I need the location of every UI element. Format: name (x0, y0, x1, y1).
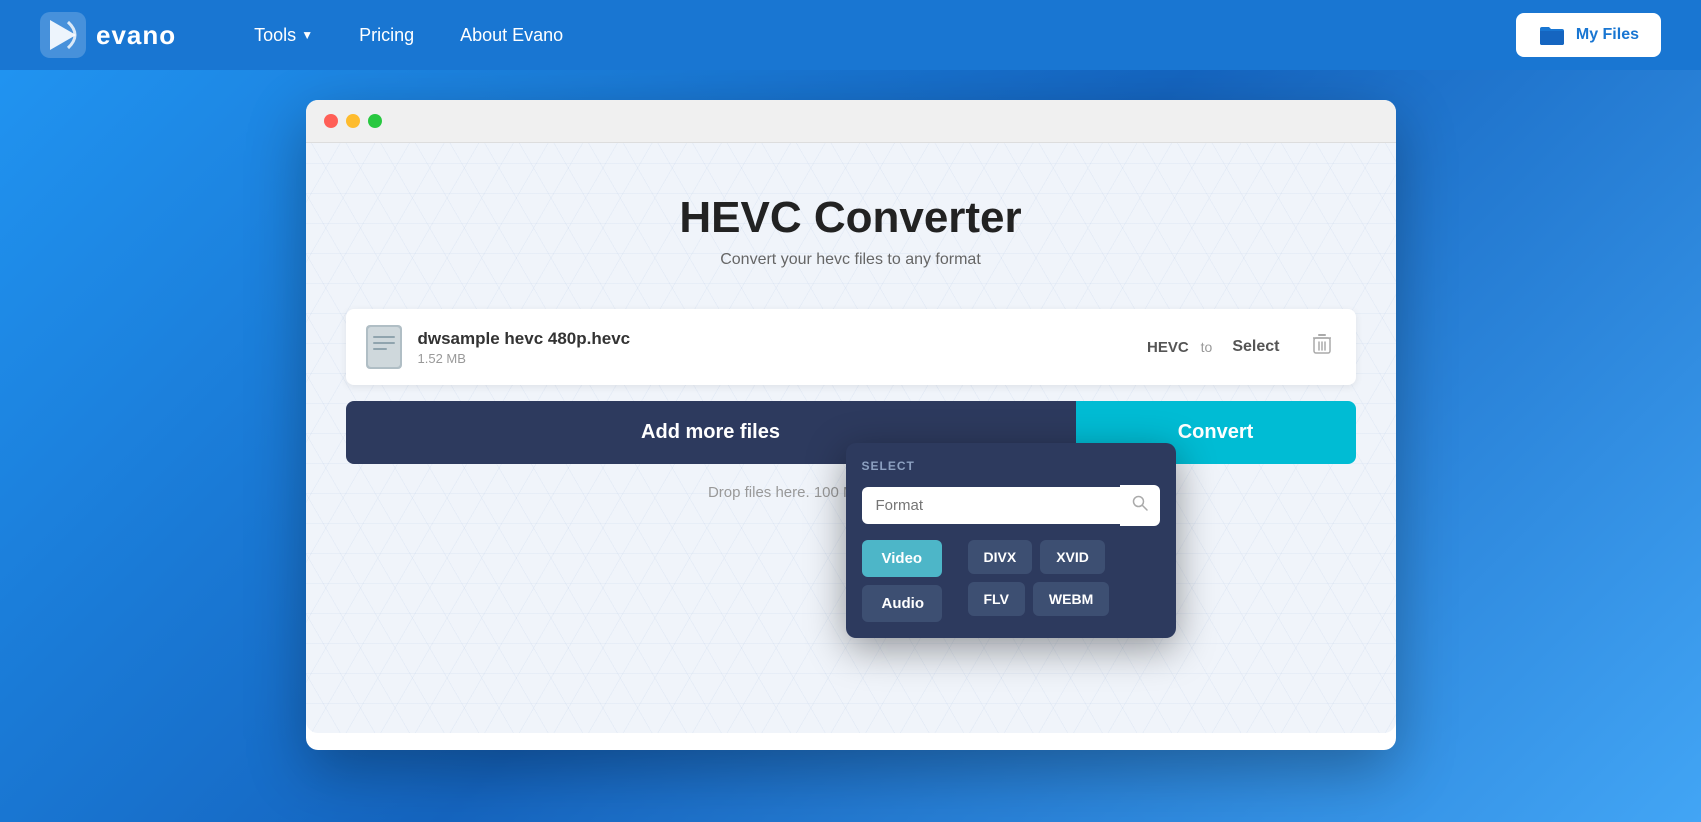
file-row: dwsample hevc 480p.hevc 1.52 MB HEVC to … (346, 309, 1356, 385)
nav-links: Tools ▼ Pricing About Evano (236, 17, 1516, 54)
category-tabs: Video Audio (862, 540, 942, 622)
nav-about[interactable]: About Evano (442, 17, 581, 54)
close-button-icon[interactable] (324, 114, 338, 128)
nav-pricing[interactable]: Pricing (341, 17, 432, 54)
browser-window: HEVC Converter Convert your hevc files t… (306, 100, 1396, 750)
page-title: HEVC Converter (346, 193, 1356, 243)
my-files-button[interactable]: My Files (1516, 13, 1661, 57)
logo-text: evano (96, 20, 176, 51)
format-grid: DIVX XVID FLV WEBM (968, 540, 1160, 616)
format-flv[interactable]: FLV (968, 582, 1025, 616)
navbar: evano Tools ▼ Pricing About Evano My Fil… (0, 0, 1701, 70)
format-from-label: HEVC (1147, 339, 1189, 356)
folder-icon (1538, 23, 1566, 47)
format-to-text: to (1201, 339, 1213, 355)
select-dropdown: SELECT Video (846, 443, 1176, 638)
file-size: 1.52 MB (418, 351, 1147, 366)
delete-file-button[interactable] (1308, 329, 1336, 365)
select-label: SELECT (862, 459, 1160, 473)
format-webm[interactable]: WEBM (1033, 582, 1109, 616)
format-search-row (862, 485, 1160, 526)
search-button[interactable] (1120, 485, 1160, 526)
category-audio-tab[interactable]: Audio (862, 585, 942, 622)
file-info: dwsample hevc 480p.hevc 1.52 MB (418, 329, 1147, 366)
dropdown-body: Video Audio DIVX XVID (862, 540, 1160, 622)
format-options: DIVX XVID FLV WEBM (968, 540, 1160, 616)
format-search-input[interactable] (862, 487, 1120, 524)
converter-body: HEVC Converter Convert your hevc files t… (306, 143, 1396, 733)
logo-icon (40, 12, 86, 58)
tools-arrow-icon: ▼ (301, 28, 313, 42)
search-icon (1132, 495, 1148, 511)
format-xvid[interactable]: XVID (1040, 540, 1105, 574)
file-name: dwsample hevc 480p.hevc (418, 329, 1147, 349)
maximize-button-icon[interactable] (368, 114, 382, 128)
logo-area: evano (40, 12, 176, 58)
format-divx[interactable]: DIVX (968, 540, 1033, 574)
minimize-button-icon[interactable] (346, 114, 360, 128)
file-format-area: HEVC to Select (1147, 329, 1336, 365)
nav-tools[interactable]: Tools ▼ (236, 17, 331, 54)
file-icon (366, 325, 402, 369)
category-video-tab[interactable]: Video (862, 540, 942, 577)
trash-icon (1312, 333, 1332, 355)
browser-titlebar (306, 100, 1396, 143)
main-content: HEVC Converter Convert your hevc files t… (0, 70, 1701, 780)
format-select-button[interactable]: Select (1224, 334, 1287, 360)
page-subtitle: Convert your hevc files to any format (346, 251, 1356, 269)
